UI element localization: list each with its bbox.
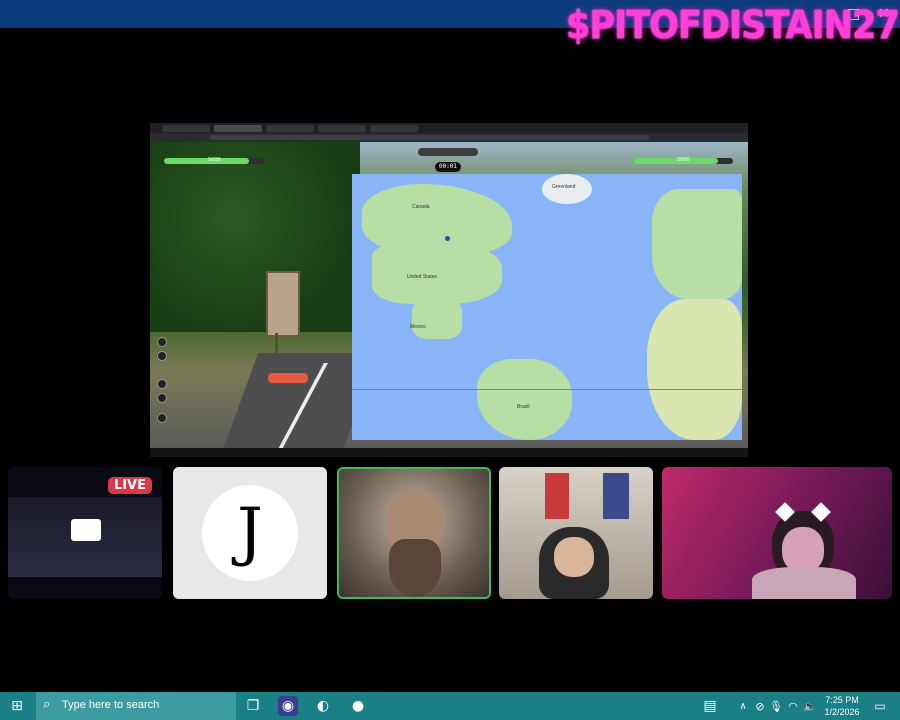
game-controls-pill[interactable] — [418, 148, 478, 156]
notification-icon[interactable]: ▭ — [870, 696, 890, 716]
avatar: J — [202, 485, 298, 581]
guess-map[interactable]: Canada United States Mexico Brazil Green… — [352, 174, 742, 440]
participant-beard — [389, 539, 441, 597]
wall-poster — [603, 473, 629, 519]
browser-tab-strip — [150, 123, 748, 133]
obs-icon[interactable]: ● — [348, 696, 368, 716]
live-badge: LIVE — [107, 477, 152, 494]
participant-tile-glasses[interactable] — [499, 467, 653, 599]
map-land-africa — [647, 299, 742, 440]
participant-tile-speaking[interactable] — [337, 467, 491, 599]
zoom-in-icon[interactable] — [157, 379, 167, 389]
sign-post — [275, 333, 278, 371]
windows-taskbar: ⊞ ⌕ Type here to search ❐ ◉ ◐ ● ▤ ∧ ⊘ 🎙 … — [0, 692, 900, 720]
map-land-mexico — [412, 299, 462, 339]
search-icon: ⌕ — [43, 697, 51, 712]
map-label-united-states: United States — [407, 274, 438, 280]
clock-time: 7:25 PM — [825, 695, 859, 705]
map-label-mexico: Mexico — [410, 324, 426, 330]
player-right-health-bar: 5000 — [633, 157, 733, 164]
browser-tab[interactable] — [162, 125, 210, 132]
equator-line — [352, 389, 742, 390]
shared-screen[interactable]: 5000 5000 00:01 Canada United States Mex… — [150, 123, 748, 457]
participant-sweater — [752, 567, 856, 599]
monitor-icon — [71, 519, 101, 541]
map-label-canada: Canada — [412, 204, 430, 210]
return-start-icon[interactable] — [157, 351, 167, 361]
wall-poster — [545, 473, 569, 519]
avatar-letter: J — [237, 495, 263, 569]
participant-face — [554, 537, 594, 577]
undo-icon[interactable] — [157, 413, 167, 423]
street-view-trees — [150, 142, 360, 332]
shared-screen-taskbar — [150, 448, 748, 457]
map-label-greenland: Greenland — [552, 184, 576, 190]
player-right-health-fill — [633, 158, 718, 164]
player-left-score: 5000 — [208, 157, 221, 163]
player-left-health-bar: 5000 — [164, 157, 264, 164]
browser-tab[interactable] — [370, 125, 418, 132]
browser-tab[interactable] — [266, 125, 314, 132]
player-left-health-fill — [164, 158, 249, 164]
edge-icon[interactable]: ◐ — [313, 696, 333, 716]
player-right-score: 5000 — [677, 157, 690, 163]
zoom-out-icon[interactable] — [157, 393, 167, 403]
discord-icon[interactable]: ◉ — [278, 696, 298, 716]
round-timer: 00:01 — [435, 162, 461, 172]
map-pin-icon[interactable] — [445, 236, 450, 241]
browser-tab-active[interactable] — [214, 125, 262, 132]
search-placeholder: Type here to search — [62, 699, 160, 711]
participant-tile-avatar[interactable]: J — [173, 467, 327, 599]
address-bar[interactable] — [210, 135, 650, 140]
compass-icon[interactable] — [157, 337, 167, 347]
map-label-brazil: Brazil — [517, 404, 530, 410]
file-icon[interactable]: ▤ — [700, 696, 720, 716]
participant-tile-stream[interactable]: LIVE — [8, 467, 162, 599]
streamer-name-overlay: $PITOFDISTAIN27 — [566, 3, 900, 47]
map-land-europe — [652, 189, 742, 299]
volume-icon[interactable]: 🔈 — [800, 696, 820, 716]
participant-tile-cat-ears[interactable] — [662, 467, 892, 599]
map-land-south-america — [477, 359, 572, 440]
browser-tab[interactable] — [318, 125, 366, 132]
task-view-icon[interactable]: ❐ — [243, 696, 263, 716]
clock-date: 1/2/2026 — [824, 707, 860, 717]
windows-start-icon[interactable]: ⊞ — [7, 696, 27, 716]
traffic-cone-pile — [268, 373, 308, 383]
system-clock[interactable]: 7:25 PM 1/2/2026 — [818, 694, 866, 718]
roadside-sign — [266, 271, 300, 337]
taskbar-search-box[interactable]: ⌕ Type here to search — [36, 692, 236, 720]
